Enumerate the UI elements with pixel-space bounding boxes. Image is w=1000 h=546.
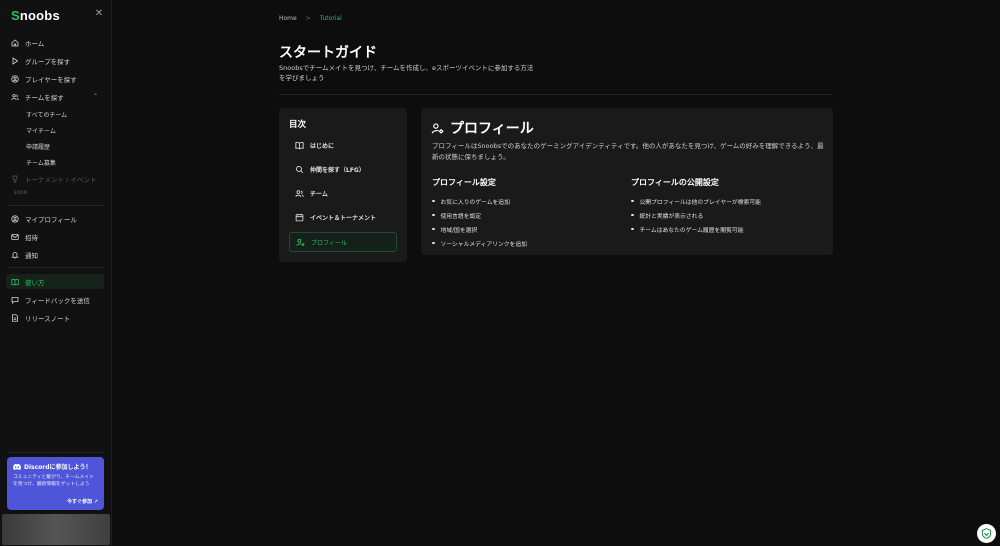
toc-item-lfg[interactable]: 仲間を探す（LFG）	[289, 159, 397, 179]
list-item: 公開プロフィールは他のプレイヤーが検索可能	[631, 194, 761, 208]
mail-icon	[11, 233, 19, 241]
file-icon	[11, 313, 19, 322]
user-account-block[interactable]	[2, 514, 110, 545]
discord-card[interactable]: Discordに参加しよう！ コミュニティと繋がり、チームメイトを見つけ、最新情…	[7, 457, 104, 510]
sidebar-subitem-my-team[interactable]: マイチーム	[26, 126, 56, 135]
sidebar-item-label: チームを探す	[25, 93, 64, 102]
list-item: 地域/国を選択	[432, 222, 527, 236]
header-divider	[279, 94, 832, 95]
page-subtitle: Snoobsでチームメイトを見つけ、チームを作成し、eスポーツイベントに参加する…	[279, 64, 534, 82]
user-circle-icon	[11, 214, 19, 223]
home-icon	[11, 38, 19, 47]
list-item: チームはあなたのゲーム履歴を閲覧可能	[631, 222, 761, 236]
toc-title: 目次	[289, 120, 307, 130]
section-description: プロフィールはSnoobsでのあなたのゲーミングアイデンティティです。他の人があ…	[432, 142, 824, 161]
breadcrumb-home[interactable]: Home	[279, 15, 297, 22]
sidebar-subitem-all-teams[interactable]: すべてのチーム	[26, 110, 67, 119]
sidebar-item-label: マイプロフィール	[25, 215, 77, 224]
sidebar-item-label: ホーム	[25, 39, 45, 48]
sidebar-item-find-group[interactable]: グループを探す	[6, 53, 104, 68]
chevron-up-icon[interactable]: ⌃	[93, 93, 98, 100]
external-link-icon: ↗	[93, 499, 98, 505]
profile-settings-title: プロフィール設定	[432, 178, 496, 187]
sidebar-item-how-to-use[interactable]: 使い方	[6, 274, 104, 289]
sidebar-subitem-applications[interactable]: 申請履歴	[26, 142, 50, 151]
sidebar-item-notifications[interactable]: 通知	[6, 247, 104, 262]
user-cog-icon	[431, 122, 444, 135]
section-header: プロフィール	[431, 118, 534, 138]
search-icon	[295, 165, 304, 174]
sidebar-item-find-team[interactable]: チームを探す ⌃	[6, 89, 104, 104]
sidebar-item-label: 招待	[25, 233, 38, 242]
toc-item-teams[interactable]: チーム	[289, 183, 397, 203]
app-logo[interactable]: Snoobs	[11, 8, 60, 23]
sidebar-item-label: 通知	[25, 251, 38, 260]
discord-join-link[interactable]: 今すぐ参加 ↗	[67, 498, 98, 505]
users-icon	[11, 93, 19, 101]
table-of-contents: 目次 はじめに 仲間を探す（LFG） チーム イベント＆トーナメント プロフィー…	[279, 108, 407, 262]
sidebar-divider	[8, 267, 104, 268]
sidebar-item-label: フィードバックを送信	[25, 296, 90, 305]
sidebar-item-label: 使い方	[25, 278, 45, 287]
sidebar-item-tournaments: トーナメント / イベント	[6, 171, 104, 186]
sidebar-item-home[interactable]: ホーム	[6, 35, 104, 50]
soon-badge: SOON	[14, 190, 28, 195]
sidebar-item-invites[interactable]: 招待	[6, 229, 104, 244]
sidebar-item-label: プレイヤーを探す	[25, 75, 77, 84]
play-icon	[11, 56, 19, 65]
sidebar-item-label: リリースノート	[25, 314, 71, 323]
breadcrumb-separator: >	[305, 15, 311, 22]
profile-visibility-list: 公開プロフィールは他のプレイヤーが検索可能 統計と実績が表示される チームはあな…	[631, 194, 761, 236]
calendar-icon	[295, 213, 304, 222]
breadcrumb: Home > Tutorial	[279, 15, 342, 22]
book-icon	[295, 141, 304, 150]
list-item: ソーシャルメディアリンクを追加	[432, 236, 527, 250]
list-item: 使用言語を設定	[432, 208, 527, 222]
shield-icon	[981, 528, 992, 539]
user-circle-icon	[11, 74, 19, 83]
bell-icon	[11, 251, 19, 259]
users-icon	[295, 189, 304, 198]
toc-item-profile[interactable]: プロフィール	[289, 232, 397, 252]
user-cog-icon	[296, 238, 305, 247]
discord-icon	[13, 463, 21, 470]
profile-visibility-title: プロフィールの公開設定	[631, 178, 719, 187]
sidebar-item-label: トーナメント / イベント	[25, 175, 97, 184]
discord-description: コミュニティと繋がり、チームメイトを見つけ、最新情報をゲットしよう	[13, 475, 94, 487]
profile-settings-list: お気に入りのゲームを追加 使用言語を設定 地域/国を選択 ソーシャルメディアリン…	[432, 194, 527, 250]
list-item: 統計と実績が表示される	[631, 208, 761, 222]
list-item: お気に入りのゲームを追加	[432, 194, 527, 208]
book-icon	[11, 278, 19, 286]
toc-item-introduction[interactable]: はじめに	[289, 135, 397, 155]
page-title: スタートガイド	[279, 45, 377, 61]
sidebar-item-my-profile[interactable]: マイプロフィール	[6, 211, 104, 226]
sidebar-item-find-player[interactable]: プレイヤーを探す	[6, 71, 104, 86]
sidebar-subitem-recruiting[interactable]: チーム募集	[26, 158, 56, 167]
message-icon	[11, 296, 19, 304]
sidebar-divider	[8, 452, 104, 453]
sidebar: Snoobs ✕ ホーム グループを探す プレイヤーを探す チームを探す ⌃ す…	[0, 0, 112, 546]
trophy-icon	[11, 175, 19, 183]
section-title: プロフィール	[450, 121, 534, 137]
shield-extension-button[interactable]	[977, 524, 996, 543]
discord-title: Discordに参加しよう！	[13, 462, 98, 471]
sidebar-divider	[8, 205, 104, 206]
sidebar-item-release-notes[interactable]: リリースノート	[6, 310, 104, 325]
breadcrumb-current: Tutorial	[319, 15, 342, 22]
profile-section-card: プロフィール プロフィールはSnoobsでのあなたのゲーミングアイデンティティで…	[421, 108, 833, 255]
close-icon[interactable]: ✕	[94, 9, 104, 19]
sidebar-item-label: グループを探す	[25, 57, 71, 66]
sidebar-item-feedback[interactable]: フィードバックを送信	[6, 292, 104, 307]
toc-item-events[interactable]: イベント＆トーナメント	[289, 207, 397, 227]
